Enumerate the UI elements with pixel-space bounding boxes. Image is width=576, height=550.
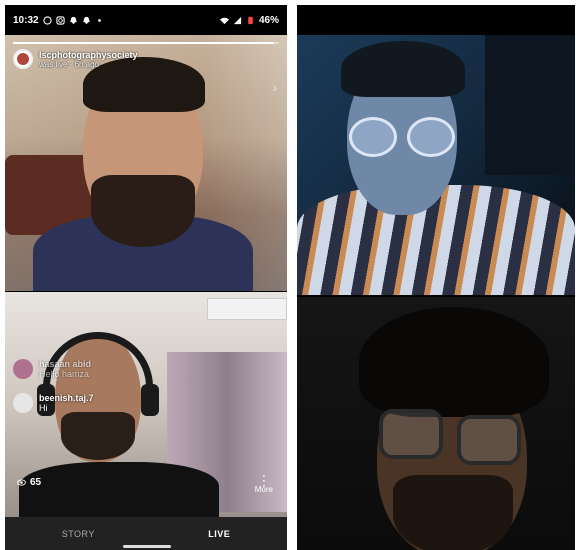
participant-grid-right	[297, 5, 575, 550]
comment-username[interactable]: beenish.taj.7	[39, 393, 94, 403]
dot-icon	[97, 18, 101, 22]
commenter-avatar[interactable]	[13, 359, 33, 379]
more-label: More	[254, 485, 273, 494]
more-button[interactable]: ⋮ More	[254, 472, 273, 494]
host-username[interactable]: lscphotographysociety	[39, 50, 138, 60]
host-header[interactable]: lscphotographysociety was live · 6h ago	[13, 49, 138, 69]
viewer-count-value: 65	[30, 477, 42, 488]
viewer-count[interactable]: 65	[17, 477, 41, 488]
status-time: 10:32	[13, 14, 39, 26]
more-vertical-icon: ⋮	[256, 472, 271, 488]
whatsapp-icon	[42, 15, 52, 25]
progress-fill	[13, 42, 274, 44]
participant-body	[19, 462, 219, 517]
commenter-avatar[interactable]	[13, 393, 33, 413]
chevron-right-icon[interactable]: ›	[272, 79, 277, 95]
eye-icon	[17, 479, 26, 486]
signal-icon	[233, 16, 242, 24]
participant-video-glasses	[297, 35, 575, 295]
participant-video-host	[5, 35, 287, 291]
battery-percent: 46%	[258, 14, 279, 26]
snapchat-icon	[69, 16, 77, 24]
comment-text: Hi	[39, 403, 48, 413]
comment-item: beenish.taj.7 Hi	[13, 393, 94, 413]
home-indicator[interactable]	[123, 545, 171, 548]
status-bar: 10:32 46%	[5, 5, 287, 35]
tab-live[interactable]: LIVE	[208, 529, 230, 539]
glasses-icon	[349, 117, 397, 157]
glasses-icon	[379, 409, 443, 459]
tab-story[interactable]: STORY	[62, 529, 95, 539]
status-right: 46%	[219, 14, 279, 26]
comment-username[interactable]: hasaan abid	[39, 359, 91, 369]
progress-bar	[13, 42, 279, 44]
wifi-icon	[219, 17, 229, 24]
participant-video-dark	[297, 297, 575, 550]
comment-text: Hello hamza	[39, 369, 90, 379]
battery-icon	[248, 16, 253, 24]
snapchat-icon	[82, 16, 90, 24]
status-notification-icons	[42, 15, 104, 25]
instagram-live-screen: 10:32 46% lscphotographysociety was live…	[5, 5, 287, 550]
instagram-icon	[55, 15, 65, 25]
comment-item: hasaan abid Hello hamza	[13, 359, 91, 379]
host-avatar[interactable]	[13, 49, 33, 69]
host-live-status: was live · 6h ago	[39, 59, 100, 69]
